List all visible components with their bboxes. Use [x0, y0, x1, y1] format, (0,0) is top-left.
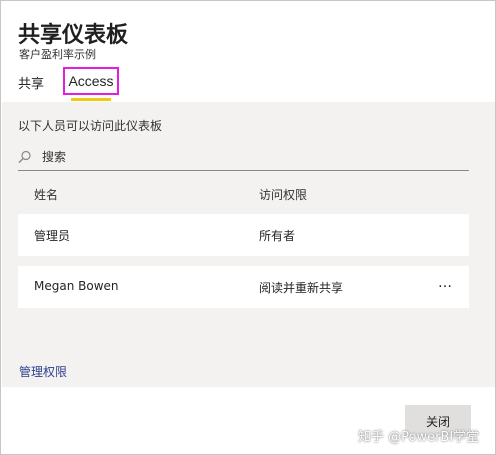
search-box — [18, 146, 469, 171]
tab-access[interactable]: Access — [63, 67, 119, 95]
dialog-title: 共享仪表板 — [18, 23, 129, 48]
user-name: Megan Bowen — [34, 279, 119, 293]
dialog-subtitle: 客户盈利率示例 — [19, 48, 96, 61]
share-dashboard-dialog: 共享仪表板 客户盈利率示例 共享 Access 以下人员可以访问此仪表板 姓名 … — [0, 0, 496, 455]
active-tab-indicator — [71, 98, 111, 101]
user-permission: 阅读并重新共享 — [259, 281, 344, 295]
dialog-footer: 关闭 知乎 @PowerBI学堂 — [2, 387, 495, 454]
tab-share[interactable]: 共享 — [18, 73, 44, 92]
table-row: Megan Bowen 阅读并重新共享 … — [18, 266, 469, 308]
search-input[interactable] — [42, 148, 442, 166]
user-name: 管理员 — [34, 229, 71, 243]
search-icon — [18, 149, 32, 164]
manage-permissions-link[interactable]: 管理权限 — [19, 363, 67, 380]
more-options-icon[interactable]: … — [438, 275, 453, 291]
access-panel: 以下人员可以访问此仪表板 姓名 访问权限 管理员 所有者 Megan Bowen… — [2, 102, 495, 387]
user-permission: 所有者 — [259, 229, 296, 243]
watermark: 知乎 @PowerBI学堂 — [358, 430, 480, 445]
column-header-name: 姓名 — [34, 188, 59, 202]
column-header-permission: 访问权限 — [259, 188, 308, 202]
table-row: 管理员 所有者 — [18, 214, 469, 256]
access-heading: 以下人员可以访问此仪表板 — [18, 119, 163, 133]
